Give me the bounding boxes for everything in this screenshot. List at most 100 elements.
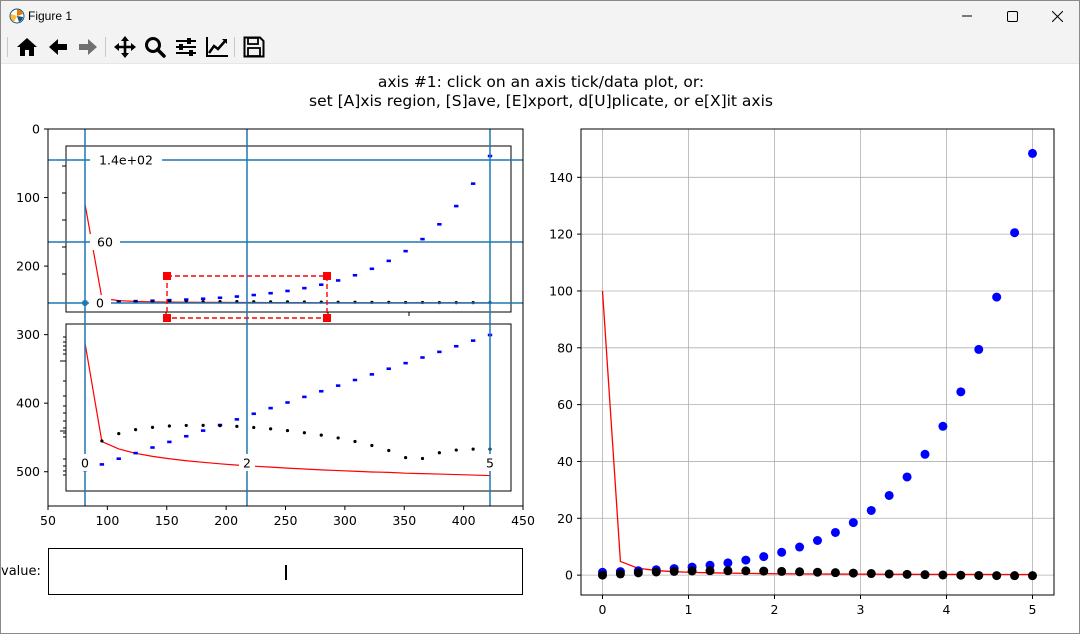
- series-black-point: [830, 568, 840, 578]
- inner-bottom-black-mark: [235, 424, 239, 428]
- inner-top-blue-mark: [386, 259, 391, 263]
- inner-top-blue-mark: [285, 289, 290, 293]
- selection-handle[interactable]: [163, 272, 171, 280]
- inner-bottom-black-mark: [218, 424, 222, 428]
- series-blue-point: [1028, 148, 1037, 158]
- x-tick-label: 300: [333, 513, 357, 528]
- y-tick-label: 140: [549, 170, 573, 185]
- inner-top-blue-mark: [234, 295, 240, 298]
- inner-bottom-blue-mark: [268, 406, 273, 410]
- inner-top-blue-mark: [352, 273, 358, 277]
- figure-canvas[interactable]: 1.4e+026000 2 5010020030040050050 100 150 200…: [1, 1, 1080, 634]
- inner-bottom-black-mark: [252, 425, 256, 430]
- inner-bottom-blue-mark: [285, 401, 290, 404]
- inner-bottom-black-mark: [117, 432, 121, 436]
- series-blue-point: [777, 547, 787, 557]
- y-tick-label: 40: [557, 454, 573, 469]
- inner-bottom-black-mark: [302, 431, 306, 435]
- series-black-point: [813, 567, 822, 577]
- image-axes[interactable]: 1.4e+026000 2 5010020030040050050 100 150 200…: [16, 122, 535, 529]
- x-guide-value-label: 2: [243, 456, 251, 471]
- series-blue-point: [884, 490, 894, 500]
- x-tick-label: 5: [1029, 602, 1037, 617]
- series-black-point: [687, 566, 697, 576]
- inner-top-blue-mark: [217, 296, 223, 300]
- y-guide-value-label: 1.4e+02: [99, 153, 153, 168]
- x-tick-label: 3: [857, 602, 865, 617]
- series-black-point: [848, 568, 858, 578]
- series-black-point: [669, 566, 679, 576]
- inner-bottom-black-mark: [420, 456, 425, 461]
- series-black-point: [884, 569, 894, 579]
- series-blue-point: [759, 552, 769, 562]
- x-tick-label: 100: [95, 513, 119, 528]
- inner-bottom-black-mark: [134, 428, 138, 432]
- series-black-point: [598, 570, 607, 580]
- inner-top-blue-mark: [251, 293, 256, 297]
- x-guide-value-label: 0: [81, 456, 89, 471]
- inner-top-blue-mark: [200, 297, 206, 301]
- series-black-point: [902, 569, 912, 579]
- inner-bottom-blue-mark: [403, 361, 408, 365]
- series-black-point: [795, 567, 805, 577]
- selection-handle[interactable]: [323, 272, 331, 280]
- series-blue-point: [956, 387, 966, 397]
- inner-bottom-black-mark: [454, 448, 458, 452]
- series-blue-point: [920, 449, 930, 459]
- inner-top-blue-mark: [335, 279, 341, 282]
- inner-bottom-blue-mark: [133, 451, 138, 455]
- series-black-point: [633, 568, 643, 578]
- y-tick-label: 120: [549, 227, 573, 242]
- inner-top-blue-mark: [302, 286, 307, 290]
- inner-bottom-blue-mark: [99, 463, 105, 466]
- x-tick-label: 2: [771, 602, 779, 617]
- series-black-point: [705, 566, 715, 576]
- inner-bottom-black-mark: [150, 425, 155, 429]
- inner-bottom-black-mark: [370, 443, 374, 448]
- series-blue-point: [938, 421, 948, 431]
- inner-top-blue-mark: [420, 237, 425, 241]
- series-black-point: [741, 566, 751, 576]
- inner-bottom-black-mark: [336, 436, 340, 440]
- x-tick-label: 1: [685, 602, 693, 617]
- y-tick-label: 500: [16, 464, 40, 479]
- inner-bottom-blue-mark: [234, 418, 240, 421]
- series-blue-point: [723, 558, 733, 568]
- series-blue-point: [902, 472, 912, 482]
- y-guide-value-label: 0: [96, 296, 104, 311]
- scatter-axes[interactable]: 0 20 40 60 80 100 120 140 0 1 2 3 4 5: [549, 128, 1055, 617]
- series-blue-point: [866, 505, 876, 515]
- scatter-axes-background: [581, 129, 1054, 595]
- inner-bottom-blue-mark: [454, 344, 459, 348]
- x-tick-label: 0: [599, 602, 607, 617]
- x-guide-value-label: 5: [486, 456, 494, 471]
- inner-bottom-blue-mark: [150, 446, 155, 449]
- y-tick-label: 0: [32, 122, 40, 137]
- series-blue-point: [848, 518, 858, 528]
- series-black-point: [956, 570, 966, 580]
- inner-top-blue-mark: [319, 283, 324, 286]
- series-black-point: [1010, 571, 1020, 581]
- inner-top-blue-mark: [403, 249, 408, 253]
- selection-handle[interactable]: [163, 314, 171, 322]
- value-label: value:: [1, 564, 41, 579]
- selection-handle[interactable]: [323, 314, 331, 322]
- series-black-point: [615, 569, 625, 579]
- x-tick-label: 200: [214, 513, 238, 528]
- series-black-point: [938, 570, 948, 580]
- y-guide-value-label: 60: [97, 235, 113, 250]
- series-black-point: [1028, 571, 1037, 581]
- series-black-point: [777, 566, 787, 576]
- series-black-point: [651, 567, 661, 577]
- inner-bottom-blue-mark: [319, 389, 324, 393]
- inner-top-blue-mark: [454, 204, 459, 208]
- x-tick-label: 350: [392, 513, 416, 528]
- series-black-point: [759, 566, 769, 576]
- y-tick-label: 80: [557, 340, 573, 355]
- series-black-point: [974, 570, 984, 580]
- inner-bottom-blue-mark: [437, 350, 442, 354]
- x-tick-label: 400: [452, 513, 476, 528]
- inner-bottom-black-mark: [319, 433, 323, 437]
- inner-bottom-blue-mark: [352, 378, 358, 382]
- x-tick-label: 150: [155, 513, 179, 528]
